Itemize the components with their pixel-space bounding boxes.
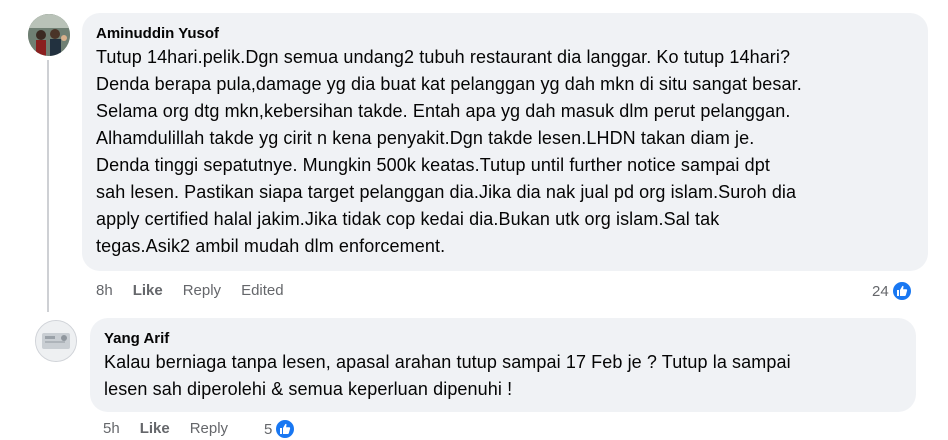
comment-text-line: Kalau berniaga tanpa lesen, apasal araha… xyxy=(104,352,791,372)
comment-actions: 8h Like Reply Edited xyxy=(96,282,304,299)
comment-author[interactable]: Yang Arif xyxy=(104,329,902,349)
comment-text: Kalau berniaga tanpa lesen, apasal araha… xyxy=(104,349,902,403)
comment-timestamp[interactable]: 5h xyxy=(103,420,120,437)
like-button[interactable]: Like xyxy=(140,420,170,437)
comment-text-line: Tutup 14hari.pelik.Dgn semua undang2 tub… xyxy=(96,47,791,67)
avatar[interactable] xyxy=(35,320,77,362)
profile-photo-icon xyxy=(28,14,70,56)
reaction-summary[interactable]: 5 xyxy=(264,418,297,440)
thread-line xyxy=(47,60,49,312)
comment-timestamp[interactable]: 8h xyxy=(96,282,113,299)
comment-text-line: apply certified halal jakim.Jika tidak c… xyxy=(96,209,720,229)
reaction-summary[interactable]: 24 xyxy=(872,280,913,302)
reply-button[interactable]: Reply xyxy=(183,282,221,299)
like-button[interactable]: Like xyxy=(133,282,163,299)
comment-text-line: sah lesen. Pastikan siapa target pelangg… xyxy=(96,182,797,202)
like-icon xyxy=(890,280,913,302)
comment-text-line: Denda berapa pula,damage yg dia buat kat… xyxy=(96,74,802,94)
profile-photo-icon xyxy=(36,321,76,361)
reaction-count: 24 xyxy=(872,282,889,300)
comment-text-line: Alhamdulillah takde yg cirit n kena peny… xyxy=(96,128,755,148)
reaction-count: 5 xyxy=(264,420,273,438)
comment-text: Tutup 14hari.pelik.Dgn semua undang2 tub… xyxy=(96,44,914,260)
like-icon xyxy=(274,418,297,440)
comment-text-line: Denda tinggi sepatutnye. Mungkin 500k ke… xyxy=(96,155,770,175)
comment-author[interactable]: Aminuddin Yusof xyxy=(96,24,914,44)
comment-text-line: Selama org dtg mkn,kebersihan takde. Ent… xyxy=(96,101,791,121)
avatar[interactable] xyxy=(28,14,70,56)
comment-bubble: Yang Arif Kalau berniaga tanpa lesen, ap… xyxy=(90,318,916,412)
edited-label[interactable]: Edited xyxy=(241,282,284,299)
reply-button[interactable]: Reply xyxy=(190,420,228,437)
comment-text-line: tegas.Asik2 ambil mudah dlm enforcement. xyxy=(96,236,446,256)
comment-text-line: lesen sah diperolehi & semua keperluan d… xyxy=(104,379,513,399)
comment-bubble: Aminuddin Yusof Tutup 14hari.pelik.Dgn s… xyxy=(82,13,928,271)
comment-actions: 5h Like Reply xyxy=(103,420,248,437)
